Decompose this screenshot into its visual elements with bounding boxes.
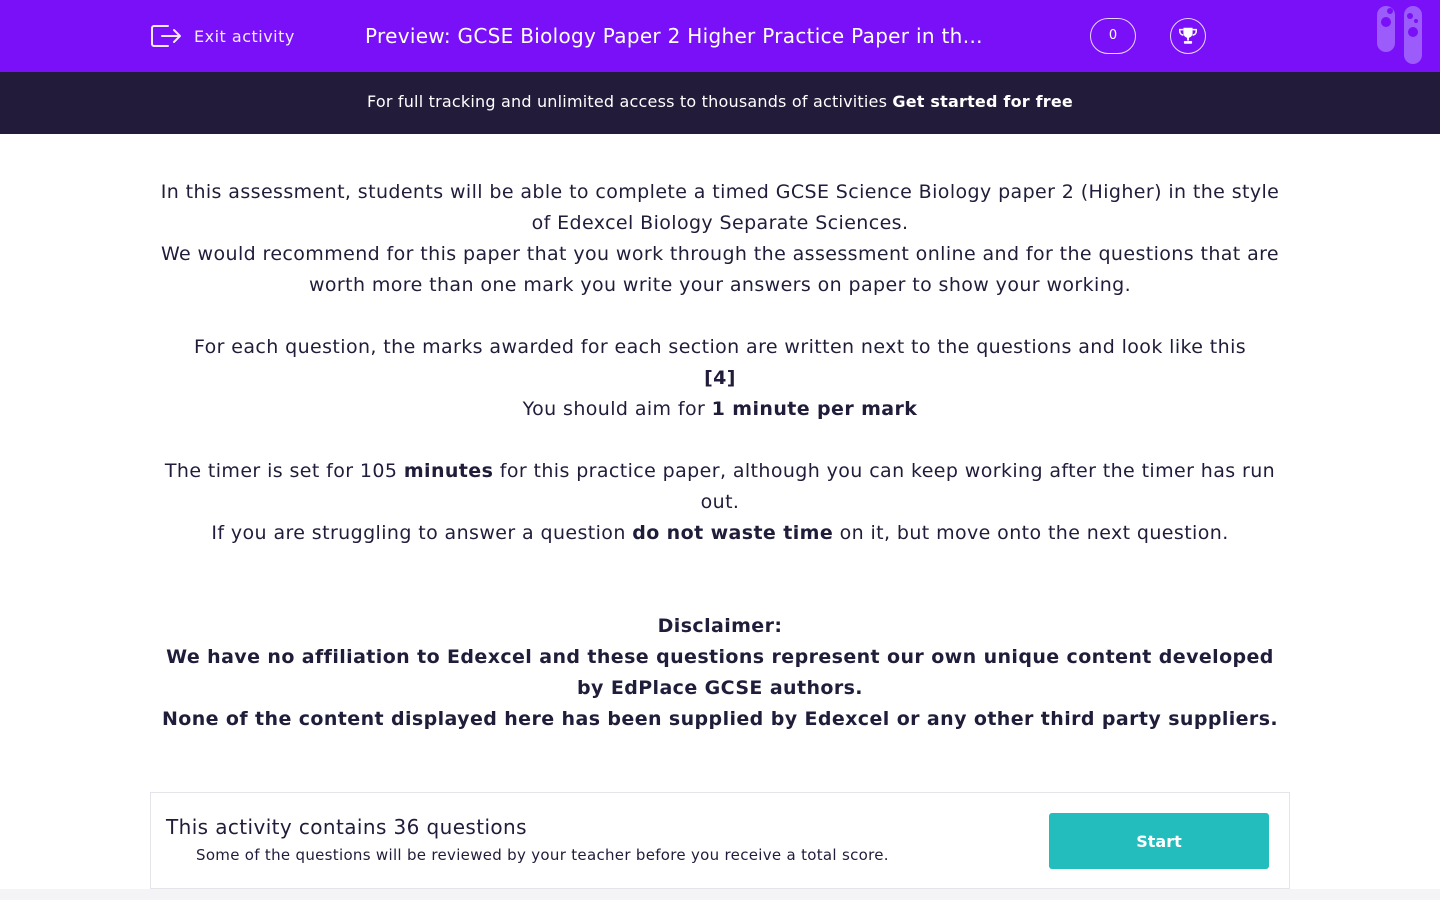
get-started-link[interactable]: Get started for free: [892, 92, 1073, 111]
timer-paragraph: The timer is set for 105 minutes for thi…: [164, 460, 1276, 513]
marks-example: [4]: [704, 367, 736, 389]
exit-icon: [151, 25, 181, 47]
disclaimer-heading: Disclaimer:: [657, 615, 783, 637]
score-badge: 0: [1090, 18, 1136, 54]
trophy-icon: [1179, 27, 1197, 44]
recommendation-paragraph: We would recommend for this paper that y…: [160, 243, 1280, 296]
instructions: In this assessment, students will be abl…: [150, 177, 1290, 735]
activity-card: This activity contains 36 questions Some…: [150, 792, 1290, 889]
exit-activity-label: Exit activity: [194, 26, 295, 46]
question-count: This activity contains 36 questions: [166, 815, 527, 839]
struggling-paragraph: If you are struggling to answer a questi…: [211, 522, 1229, 544]
exit-activity-button[interactable]: Exit activity: [150, 22, 295, 50]
intro-paragraph: In this assessment, students will be abl…: [160, 181, 1280, 234]
marks-paragraph: For each question, the marks awarded for…: [193, 336, 1247, 358]
banner-text: For full tracking and unlimited access t…: [367, 92, 893, 111]
top-bar: Exit activity Preview: GCSE Biology Pape…: [0, 0, 1440, 72]
page-title: Preview: GCSE Biology Paper 2 Higher Pra…: [365, 24, 985, 48]
disclaimer-line-affiliation: We have no affiliation to Edexcel and th…: [166, 646, 1274, 699]
footer-strip: [0, 889, 1440, 900]
trophy-button[interactable]: [1170, 18, 1206, 54]
disclaimer-line-content: None of the content displayed here has b…: [161, 708, 1279, 730]
start-button[interactable]: Start: [1049, 813, 1269, 869]
test-tubes-icon: [1377, 6, 1422, 64]
timing-advice: You should aim for 1 minute per mark: [522, 398, 918, 420]
upgrade-banner: For full tracking and unlimited access t…: [0, 72, 1440, 134]
review-note: Some of the questions will be reviewed b…: [196, 846, 889, 864]
